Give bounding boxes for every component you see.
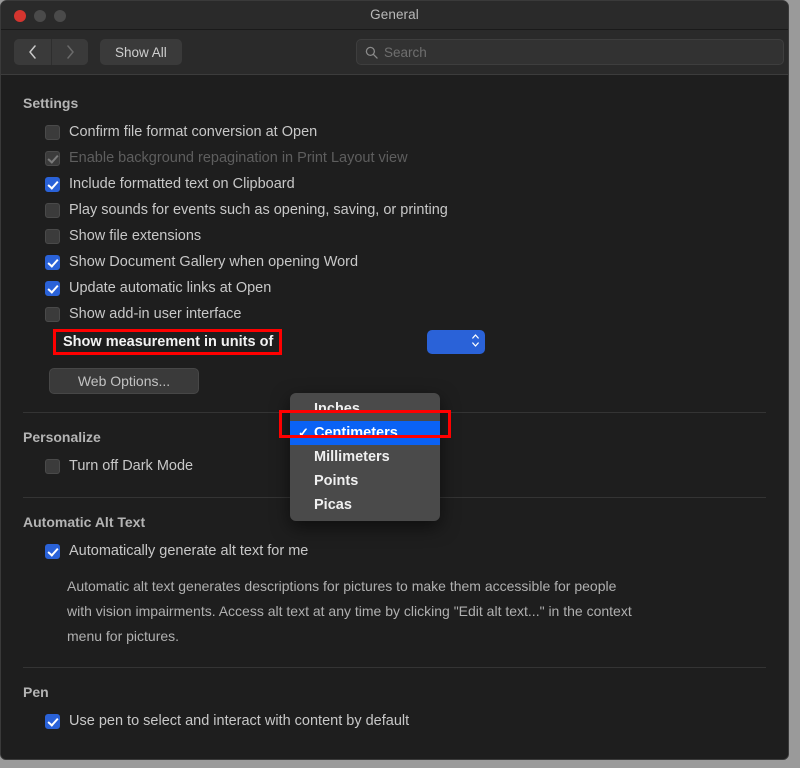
setting-label: Update automatic links at Open: [69, 280, 272, 296]
checkbox-auto-generate-alt-text[interactable]: [45, 543, 60, 559]
setting-row-update-automatic-links[interactable]: Update automatic links at Open: [23, 275, 766, 301]
menu-item-label: Picas: [314, 497, 352, 513]
setting-label: Show file extensions: [69, 228, 202, 244]
search-placeholder: Search: [384, 44, 427, 60]
measurement-units-popup-button[interactable]: [427, 330, 485, 354]
section-title-settings: Settings: [23, 95, 79, 111]
setting-label: Include formatted text on Clipboard: [69, 176, 295, 192]
setting-label: Play sounds for events such as opening, …: [69, 202, 448, 218]
search-field[interactable]: Search: [356, 39, 784, 65]
checkbox-update-automatic-links[interactable]: [45, 280, 60, 296]
setting-label: Turn off Dark Mode: [69, 458, 194, 474]
search-icon: [365, 46, 378, 59]
setting-label: Show add-in user interface: [69, 306, 242, 322]
checkmark-icon: ✓: [298, 425, 309, 440]
setting-row-include-formatted-text[interactable]: Include formatted text on Clipboard: [23, 171, 766, 197]
menu-item-points[interactable]: Points: [290, 469, 440, 493]
setting-label: Automatically generate alt text for me: [69, 543, 309, 559]
titlebar: General: [1, 1, 788, 30]
checkbox-show-document-gallery[interactable]: [45, 254, 60, 270]
setting-row-background-repagination: Enable background repagination in Print …: [23, 145, 766, 171]
chevron-left-icon: [29, 45, 36, 59]
menu-item-centimeters[interactable]: ✓ Centimeters: [290, 421, 440, 445]
setting-row-show-document-gallery[interactable]: Show Document Gallery when opening Word: [23, 249, 766, 275]
stepper-arrows-icon: [472, 334, 479, 347]
nav-button-group: [14, 39, 88, 65]
menu-item-label: Centimeters: [314, 425, 398, 441]
checkbox-show-file-extensions[interactable]: [45, 228, 60, 244]
web-options-label: Web Options...: [77, 373, 171, 389]
back-button[interactable]: [14, 39, 51, 65]
setting-row-auto-generate-alt-text[interactable]: Automatically generate alt text for me: [23, 538, 766, 564]
setting-row-show-file-extensions[interactable]: Show file extensions: [23, 223, 766, 249]
measurement-units-row[interactable]: Show measurement in units of: [23, 328, 766, 356]
alt-text-description: Automatic alt text generates description…: [67, 578, 632, 644]
checkbox-play-sounds[interactable]: [45, 202, 60, 218]
checkbox-include-formatted-text[interactable]: [45, 176, 60, 192]
checkbox-use-pen[interactable]: [45, 713, 60, 729]
chevron-right-icon: [66, 45, 74, 59]
checkbox-confirm-file-format[interactable]: [45, 124, 60, 140]
setting-label: Confirm file format conversion at Open: [69, 124, 318, 140]
preferences-window: General Show All Search Settings Confirm…: [0, 0, 789, 760]
setting-label: Enable background repagination in Print …: [69, 150, 408, 166]
forward-button[interactable]: [51, 39, 88, 65]
show-all-button[interactable]: Show All: [100, 39, 182, 65]
show-all-label: Show All: [115, 44, 167, 60]
menu-item-label: Inches: [314, 401, 360, 417]
setting-row-confirm-file-format[interactable]: Confirm file format conversion at Open: [23, 119, 766, 145]
setting-row-use-pen[interactable]: Use pen to select and interact with cont…: [23, 708, 766, 734]
checkbox-turn-off-dark-mode[interactable]: [45, 458, 60, 474]
menu-item-label: Millimeters: [314, 449, 390, 465]
window-title: General: [370, 7, 419, 22]
measurement-units-highlight-box: Show measurement in units of: [53, 329, 283, 355]
checkbox-show-addin-ui[interactable]: [45, 306, 60, 322]
setting-label: Use pen to select and interact with cont…: [69, 713, 410, 729]
menu-item-picas[interactable]: Picas: [290, 493, 440, 517]
web-options-button[interactable]: Web Options...: [49, 368, 199, 394]
measurement-units-label: Show measurement in units of: [63, 334, 274, 350]
preferences-content: Settings Confirm file format conversion …: [1, 75, 788, 759]
measurement-units-dropdown-menu[interactable]: Inches ✓ Centimeters Millimeters Points …: [279, 393, 451, 521]
setting-label: Show Document Gallery when opening Word: [69, 254, 359, 270]
setting-row-play-sounds[interactable]: Play sounds for events such as opening, …: [23, 197, 766, 223]
menu-item-millimeters[interactable]: Millimeters: [290, 445, 440, 469]
setting-row-show-addin-ui[interactable]: Show add-in user interface: [23, 301, 766, 327]
chevron-down-icon: [472, 342, 479, 347]
menu-item-inches[interactable]: Inches: [290, 397, 440, 421]
chevron-up-icon: [472, 334, 479, 339]
section-title-pen: Pen: [23, 684, 49, 700]
menu-item-label: Points: [314, 473, 359, 489]
toolbar: Show All Search: [1, 30, 788, 75]
checkbox-background-repagination: [45, 150, 60, 166]
divider-pen: [23, 667, 766, 668]
